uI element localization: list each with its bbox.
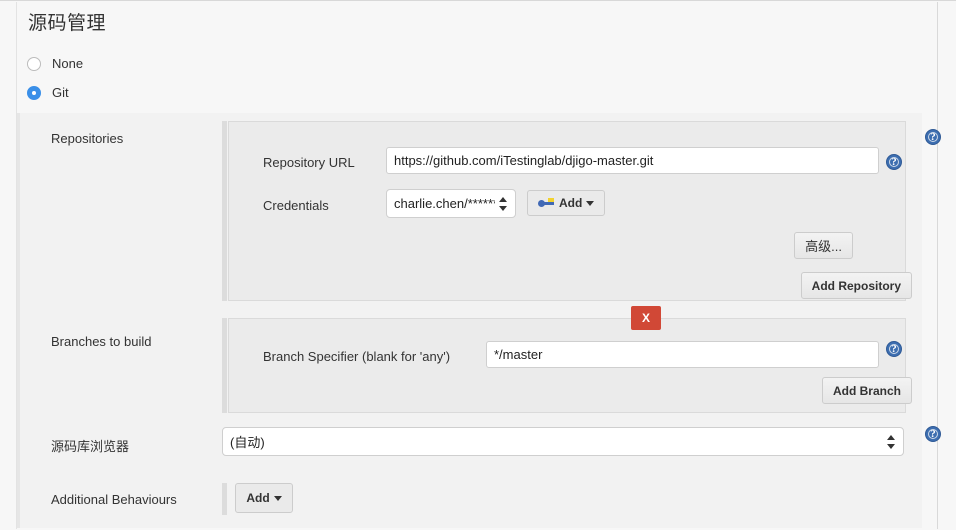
page-title: 源码管理: [28, 13, 107, 34]
repository-url-input[interactable]: [386, 147, 879, 174]
add-credentials-label: Add: [559, 196, 583, 210]
add-repository-button[interactable]: Add Repository: [800, 272, 912, 299]
add-credentials-button[interactable]: Add: [527, 190, 606, 216]
chevron-down-icon: [273, 495, 282, 501]
repository-url-help-icon[interactable]: ?: [886, 154, 902, 170]
radio-git-icon[interactable]: [27, 85, 41, 100]
repository-browser-row: 源码库浏览器 (自动) ?: [20, 418, 941, 470]
scm-configuration-page: 源码管理 None Git Repositories Repository UR…: [0, 0, 956, 530]
credentials-select-value: charlie.chen/******: [394, 196, 495, 211]
branches-accent-bar: [222, 318, 227, 413]
scm-radio-group: None Git: [17, 49, 922, 107]
branches-sub-panel: Branch Specifier (blank for 'any') Add B…: [228, 318, 912, 413]
delete-branch-button[interactable]: X: [631, 306, 661, 330]
advanced-button[interactable]: 高级...: [794, 232, 853, 259]
branches-label: Branches to build: [51, 334, 152, 349]
repository-browser-label: 源码库浏览器: [51, 439, 130, 454]
repository-url-label: Repository URL: [263, 155, 355, 170]
scm-option-none[interactable]: None: [17, 49, 922, 78]
repositories-label: Repositories: [51, 131, 124, 146]
repository-browser-select[interactable]: (自动): [222, 427, 904, 456]
repository-browser-value: (自动): [230, 435, 265, 450]
chevron-updown-icon: [499, 196, 508, 212]
additional-behaviours-accent-bar: [222, 483, 227, 515]
credentials-select[interactable]: charlie.chen/******: [386, 189, 516, 218]
credentials-label: Credentials: [263, 198, 329, 213]
key-icon: [538, 197, 554, 209]
scm-option-git-label: Git: [52, 85, 69, 100]
additional-behaviours-label: Additional Behaviours: [51, 492, 177, 507]
repositories-accent-bar: [222, 121, 227, 301]
add-branch-button[interactable]: Add Branch: [821, 377, 912, 404]
chevron-down-icon: [586, 200, 595, 206]
repositories-row: Repositories Repository URL Credentials …: [20, 113, 941, 303]
branches-row: Branches to build Branch Specifier (blan…: [20, 303, 922, 418]
radio-none-icon[interactable]: [27, 56, 41, 71]
additional-behaviours-row: Additional Behaviours Add: [20, 470, 922, 530]
git-config-panel: Repositories Repository URL Credentials …: [17, 113, 941, 530]
add-behaviour-label: Add: [246, 491, 270, 505]
chevron-updown-icon: [887, 434, 896, 450]
scm-option-git[interactable]: Git: [17, 78, 922, 107]
scm-option-none-label: None: [52, 56, 84, 71]
branch-specifier-help-icon[interactable]: ?: [886, 341, 902, 357]
repository-browser-help-icon[interactable]: ?: [925, 426, 941, 442]
repositories-help-icon[interactable]: ?: [925, 129, 941, 145]
branch-specifier-input[interactable]: [486, 341, 879, 368]
add-behaviour-button[interactable]: Add: [235, 483, 293, 513]
branch-specifier-label: Branch Specifier (blank for 'any'): [263, 349, 451, 364]
repositories-sub-panel: Repository URL Credentials charlie.chen/…: [228, 121, 912, 301]
